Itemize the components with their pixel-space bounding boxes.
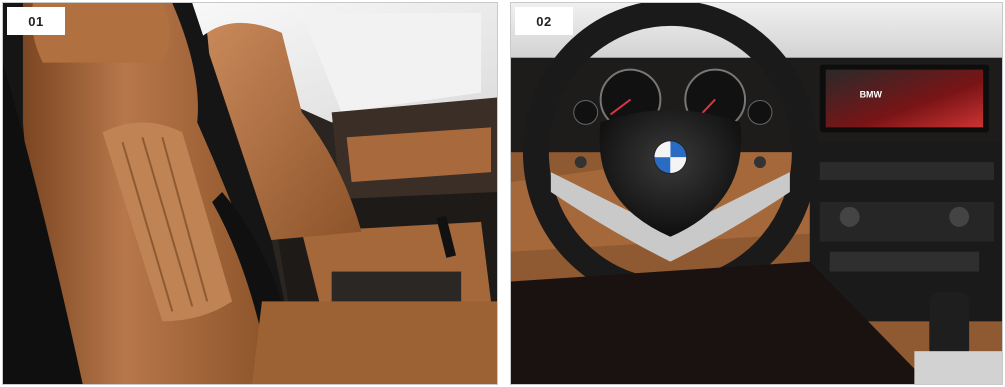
dashboard-photo: BMW [511,3,1002,384]
photo-panel-dashboard: BMW 02 [510,2,1003,385]
panel-number-badge: 01 [7,7,65,35]
panel-number-badge: 02 [515,7,573,35]
seats-photo [3,3,497,384]
photo-panel-seats: 01 [2,2,498,385]
screen-logo-text: BMW [860,90,883,100]
